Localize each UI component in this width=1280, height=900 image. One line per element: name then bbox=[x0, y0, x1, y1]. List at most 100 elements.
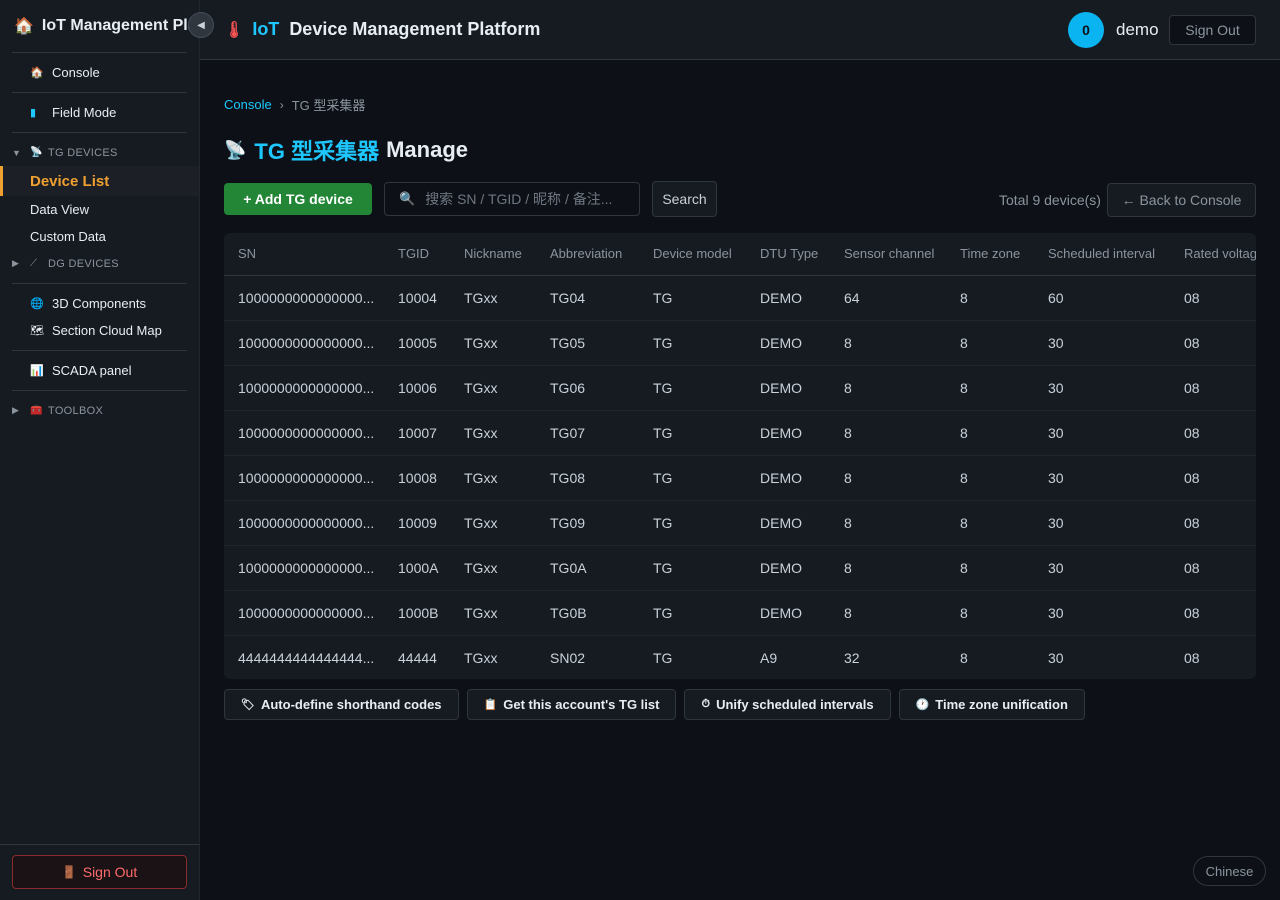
divider bbox=[12, 390, 187, 391]
table-row[interactable]: 1000000000000000... 1000B TGxx TG0B TG DEMO 8 8… bbox=[224, 590, 1256, 636]
column-header: Scheduled interval bbox=[1034, 233, 1170, 276]
table-row[interactable]: 1000000000000000... 10005 TGxx TG05 TG DEMO 8 8… bbox=[224, 320, 1256, 366]
table-row[interactable]: 1000000000000000... 10006 TGxx TG06 TG DEMO 8 8… bbox=[224, 365, 1256, 411]
add-tg-device-button[interactable]: + Add TG device bbox=[224, 183, 372, 215]
table-cell: TGxx bbox=[450, 545, 536, 591]
sidebar-item-console[interactable]: 🏠 Console bbox=[0, 59, 199, 86]
divider bbox=[12, 92, 187, 93]
wand-icon: ⟋ bbox=[30, 258, 38, 269]
table-cell: TGxx bbox=[464, 649, 498, 666]
table-cell: 08 bbox=[1184, 649, 1200, 666]
language-toggle-button[interactable]: Chinese bbox=[1193, 856, 1266, 886]
table-cell: DEMO bbox=[746, 590, 830, 636]
table-cell: 30 bbox=[1034, 365, 1170, 411]
table-cell: TG07 bbox=[536, 410, 639, 456]
title-text: Device Management Platform bbox=[289, 19, 541, 39]
table-row[interactable]: 1000000000000000... 10009 TGxx TG09 TG DEMO 8 8… bbox=[224, 500, 1256, 546]
sidebar-item-label: Section Cloud Map bbox=[52, 323, 162, 338]
sidebar-group-label: TG DEVICES bbox=[48, 146, 118, 159]
table-cell: 30 bbox=[1034, 590, 1170, 636]
divider bbox=[12, 283, 187, 284]
device-table-container[interactable]: SN TGID Nickname Abbreviation Device model DT… bbox=[224, 233, 1256, 679]
sidebar-item-label: Field Mode bbox=[52, 105, 117, 120]
sidebar-item-scada-panel[interactable]: 📊 SCADA panel bbox=[0, 357, 199, 384]
sidebar-group-tg-devices[interactable]: ▼ 📡 TG DEVICES bbox=[0, 139, 199, 166]
page-title-accent: TG 型采集器 bbox=[254, 139, 380, 164]
sidebar-group-dg-devices[interactable]: ▶ ⟋ DG DEVICES bbox=[0, 250, 199, 277]
table-cell: 8 bbox=[830, 320, 946, 366]
table-cell: 08 bbox=[1170, 410, 1256, 456]
sidebar-item-3d-components[interactable]: 🌐 3D Components bbox=[0, 290, 199, 317]
table-cell: TG bbox=[639, 500, 746, 546]
chevron-right-icon: ▶ bbox=[12, 405, 20, 415]
table-cell: 08 bbox=[1170, 455, 1256, 501]
table-cell: TG bbox=[639, 455, 746, 501]
avatar[interactable]: 0 bbox=[1068, 12, 1104, 48]
divider bbox=[12, 132, 187, 133]
sidebar-item-custom-data[interactable]: Custom Data bbox=[0, 223, 199, 250]
table-cell: 8 bbox=[946, 365, 1034, 411]
table-cell: 1000000000000000... bbox=[224, 545, 384, 591]
header-sign-out-button[interactable]: Sign Out bbox=[1169, 15, 1256, 45]
table-cell: 08 bbox=[1170, 275, 1256, 321]
sidebar-sign-out-button[interactable]: 🚪 Sign Out bbox=[12, 855, 187, 889]
table-cell: 30 bbox=[1034, 545, 1170, 591]
table-cell: 4444444444444444... bbox=[238, 649, 375, 666]
table-cell: 10004 bbox=[384, 275, 450, 321]
table-cell: 1000A bbox=[384, 545, 450, 591]
sidebar-item-field-mode[interactable]: ▮ Field Mode bbox=[0, 99, 199, 126]
sidebar-item-device-list[interactable]: Device List bbox=[0, 166, 199, 196]
unify-intervals-button[interactable]: ⏱ Unify scheduled intervals bbox=[684, 689, 891, 720]
table-cell: 1000000000000000... bbox=[224, 365, 384, 411]
sidebar-group-label: DG DEVICES bbox=[48, 257, 119, 270]
time-zone-unification-button[interactable]: 🕐 Time zone unification bbox=[898, 689, 1085, 720]
app-title: 🌡 IoT Device Management Platform bbox=[224, 19, 540, 40]
table-cell: TG04 bbox=[536, 275, 639, 321]
sidebar-item-data-view[interactable]: Data View bbox=[0, 196, 199, 223]
table-cell: 1000000000000000... bbox=[224, 500, 384, 546]
search-box: 🔍 bbox=[384, 182, 640, 216]
search-input[interactable] bbox=[425, 191, 636, 207]
table-row[interactable]: 1000000000000000... 1000A TGxx TG0A TG DEMO 8 8… bbox=[224, 545, 1256, 591]
thermometer-icon: 🌡 bbox=[224, 21, 245, 39]
action-bar: 🏷 Auto-define shorthand codes 📋 Get this ac… bbox=[224, 689, 1093, 720]
chevron-right-icon: ▶ bbox=[12, 258, 20, 268]
collapse-sidebar-button[interactable]: ◀ bbox=[188, 12, 214, 38]
table-cell: DEMO bbox=[746, 410, 830, 456]
sidebar-brand[interactable]: 🏠 IoT Management Platform bbox=[0, 0, 199, 52]
table-cell: TG bbox=[639, 365, 746, 411]
sidebar-group-toolbox[interactable]: ▶ 🧰 TOOLBOX bbox=[0, 397, 199, 424]
table-cell: TG bbox=[639, 410, 746, 456]
back-to-console-button[interactable]: ← Back to Console bbox=[1107, 183, 1256, 217]
breadcrumb-current: TG 型采集器 bbox=[291, 98, 366, 113]
tag-icon: 🏷 bbox=[241, 699, 255, 711]
table-cell: 30 bbox=[1034, 500, 1170, 546]
table-header-row: SN TGID Nickname Abbreviation Device model DT… bbox=[224, 233, 1256, 276]
table-cell: TG08 bbox=[536, 455, 639, 501]
table-cell: TG bbox=[639, 275, 746, 321]
clipboard-icon: 📋 bbox=[483, 699, 498, 711]
search-button[interactable]: Search bbox=[652, 181, 717, 217]
table-cell: 60 bbox=[1034, 275, 1170, 321]
breadcrumb-console-link[interactable]: Console bbox=[224, 97, 272, 112]
table-cell: 1000000000000000... bbox=[224, 455, 384, 501]
table-cell: 8 bbox=[946, 590, 1034, 636]
table-cell: TG0B bbox=[536, 590, 639, 636]
sidebar-group-label: TOOLBOX bbox=[48, 404, 104, 417]
search-icon: 🔍 bbox=[399, 191, 416, 206]
table-cell: 30 bbox=[1034, 320, 1170, 366]
table-cell: 32 bbox=[844, 649, 860, 666]
auto-define-shorthand-button[interactable]: 🏷 Auto-define shorthand codes bbox=[224, 689, 459, 720]
sidebar-item-section-cloud-map[interactable]: 🗺 Section Cloud Map bbox=[0, 317, 199, 344]
column-header: Abbreviation bbox=[536, 233, 639, 276]
globe-icon: 🌐 bbox=[30, 298, 44, 310]
table-cell: 8 bbox=[946, 410, 1034, 456]
get-tg-list-button[interactable]: 📋 Get this account's TG list bbox=[466, 689, 677, 720]
table-row[interactable]: 1000000000000000... 10008 TGxx TG08 TG DEMO 8 8… bbox=[224, 455, 1256, 501]
table-cell: 8 bbox=[830, 365, 946, 411]
table-cell: 30 bbox=[1034, 410, 1170, 456]
table-row[interactable]: 1000000000000000... 10004 TGxx TG04 TG DEMO 64… bbox=[224, 275, 1256, 321]
table-row[interactable]: 4444444444444444... 44444 TGxx SN02 TG A9 32 8 3… bbox=[224, 635, 1256, 679]
table-row[interactable]: 1000000000000000... 10007 TGxx TG07 TG DEMO 8 8… bbox=[224, 410, 1256, 456]
column-header: Rated voltage bbox=[1170, 233, 1256, 276]
